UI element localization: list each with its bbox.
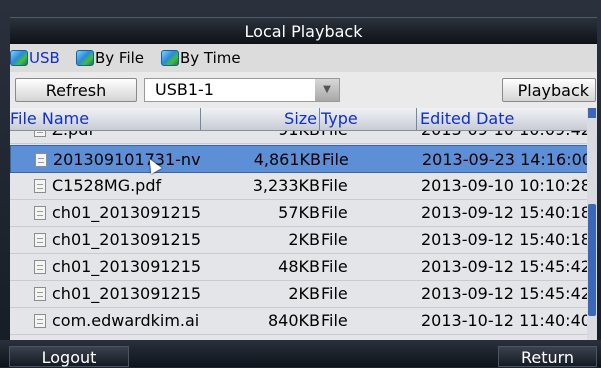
window-title: Local Playback — [10, 17, 597, 45]
local-playback-window: Local Playback USB By File By Time Refre… — [0, 0, 601, 367]
usb-icon — [10, 50, 28, 66]
row-name-cell: ch01_2013091215 — [14, 280, 201, 308]
row-type: File — [321, 176, 348, 195]
table-header: File Name Size Type Edited Date — [10, 108, 597, 131]
file-table: Z.pdf 91KB File 2013-09-10 10:09:42 File… — [10, 108, 597, 340]
row-date: 2013-10-12 11:40:40 — [421, 311, 591, 330]
row-date: 2013-09-23 14:16:00 — [422, 150, 592, 169]
row-size: 2KB — [288, 284, 320, 303]
return-button[interactable]: Return — [498, 346, 597, 367]
scrollbar-thumb[interactable] — [588, 204, 596, 316]
chevron-down-icon[interactable]: ▼ — [315, 79, 339, 101]
table-row[interactable]: ch01_2013091215 48KB File 2013-09-12 15:45:… — [10, 253, 597, 281]
logout-button[interactable]: Logout — [9, 346, 129, 367]
table-row[interactable]: 201309101731-nv 4,861KB File 2013-09-23 14:… — [10, 145, 597, 173]
toolbar: Refresh USB1-1 ▼ Playback — [10, 72, 597, 108]
file-icon — [34, 179, 46, 193]
row-name: ch01_2013091215 — [52, 257, 201, 276]
row-size: 48KB — [278, 257, 320, 276]
file-icon — [34, 233, 46, 247]
column-header-size[interactable]: Size — [201, 108, 320, 130]
row-date: 2013-09-10 10:10:28 — [421, 176, 591, 195]
table-row[interactable]: com.edwardkim.ai 840KB File 2013-10-12 11:4… — [10, 307, 597, 335]
tab-by-time-label: By Time — [180, 49, 241, 67]
file-icon — [35, 153, 47, 167]
row-type: File — [321, 203, 348, 222]
row-size: 3,233KB — [252, 176, 320, 195]
row-date: 2013-09-12 15:40:18 — [421, 230, 591, 249]
row-name-cell: 201309101731-nv — [15, 146, 202, 174]
column-header-type[interactable]: Type — [320, 108, 417, 130]
tab-usb[interactable]: USB — [10, 46, 60, 70]
refresh-button[interactable]: Refresh — [15, 78, 137, 102]
row-type: File — [322, 150, 349, 169]
column-header-date[interactable]: Edited Date — [417, 108, 595, 130]
table-row[interactable]: C1528MG.pdf 3,233KB File 2013-09-10 10:10:2… — [10, 172, 597, 200]
row-date: 2013-09-12 15:45:42 — [421, 257, 591, 276]
row-date: 2013-09-12 15:40:18 — [421, 203, 591, 222]
row-type: File — [321, 230, 348, 249]
row-name: ch01_2013091215 — [52, 284, 201, 303]
row-date: 2013-09-12 15:45:42 — [421, 284, 591, 303]
row-name-cell: ch01_2013091215 — [14, 226, 201, 254]
file-icon — [34, 206, 46, 220]
file-icon — [34, 287, 46, 301]
column-header-name[interactable]: File Name — [10, 108, 201, 130]
tab-bar: USB By File By Time — [10, 44, 597, 72]
row-name: 201309101731-nv — [53, 150, 201, 169]
table-row[interactable]: ch01_2013091215 2KB File 2013-09-12 15:40:1… — [10, 226, 597, 254]
scrollbar-up-arrow[interactable] — [588, 108, 596, 118]
tab-by-file[interactable]: By File — [76, 46, 144, 70]
row-type: File — [321, 257, 348, 276]
time-search-icon — [161, 50, 179, 66]
row-name: com.edwardkim.ai — [52, 311, 200, 330]
row-type: File — [321, 311, 348, 330]
row-name-cell: ch01_2013091215 — [14, 199, 201, 227]
row-name: C1528MG.pdf — [52, 176, 162, 195]
row-name-cell: com.edwardkim.ai — [14, 307, 201, 335]
tab-by-time[interactable]: By Time — [161, 46, 241, 70]
row-name-cell: C1528MG.pdf — [14, 172, 201, 200]
device-select-value: USB1-1 — [155, 80, 214, 99]
tab-usb-label: USB — [29, 49, 60, 67]
table-row[interactable]: ch01_2013091215 2KB File 2013-09-12 15:45:4… — [10, 280, 597, 308]
row-type: File — [321, 284, 348, 303]
file-icon — [34, 314, 46, 328]
row-size: 2KB — [288, 230, 320, 249]
device-select[interactable]: USB1-1 ▼ — [144, 78, 340, 102]
row-name: ch01_2013091215 — [52, 203, 201, 222]
file-icon — [34, 260, 46, 274]
table-row[interactable]: ch01_2013091215 57KB File 2013-09-12 15:40:… — [10, 199, 597, 227]
row-size: 4,861KB — [253, 150, 321, 169]
row-size: 57KB — [278, 203, 320, 222]
footer-bar: Logout Return — [0, 340, 601, 367]
tab-by-file-label: By File — [95, 49, 145, 67]
playback-button[interactable]: Playback — [502, 78, 596, 102]
vertical-scrollbar[interactable] — [587, 108, 597, 340]
row-size: 840KB — [267, 311, 320, 330]
row-name: ch01_2013091215 — [52, 230, 201, 249]
row-name-cell: ch01_2013091215 — [14, 253, 201, 281]
file-search-icon — [76, 50, 94, 66]
